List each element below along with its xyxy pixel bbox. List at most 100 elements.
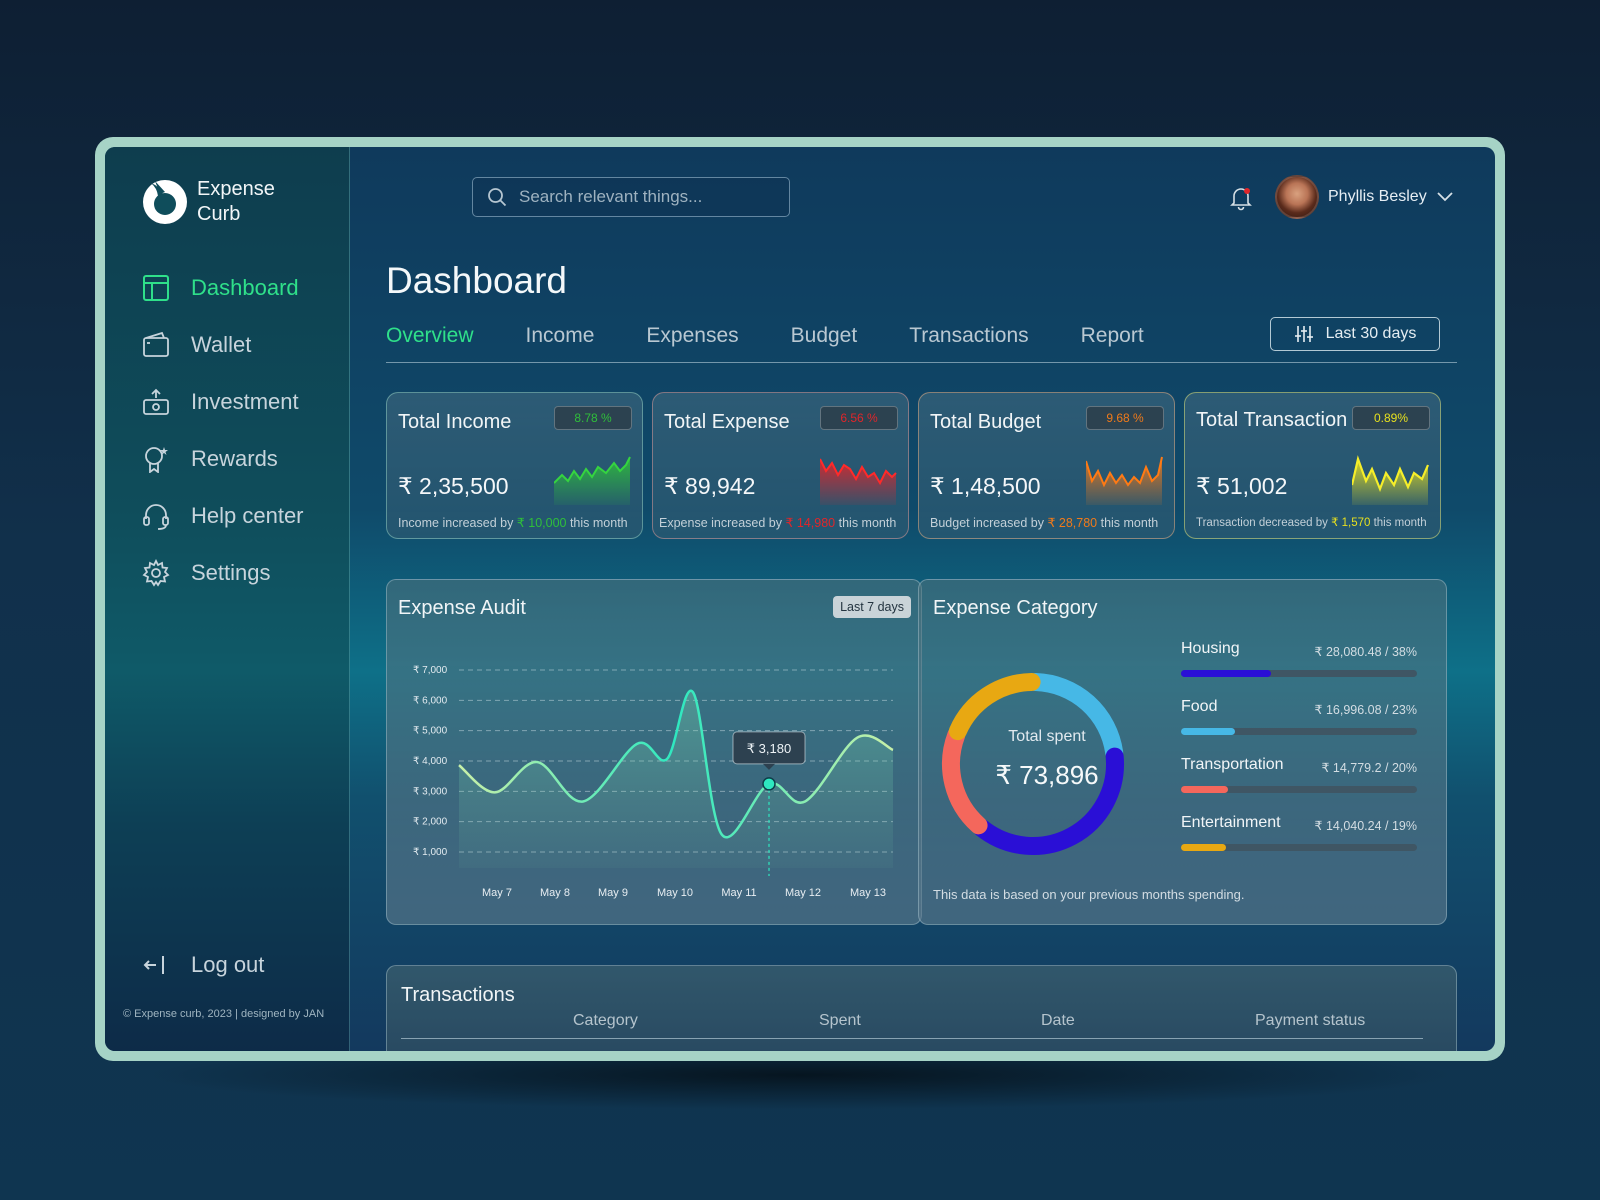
search-bar[interactable]: [472, 177, 790, 217]
app-window: Expense Curb Dashboard Wallet Investment…: [105, 147, 1495, 1051]
y-tick-label: ₹ 6,000: [413, 695, 448, 706]
y-tick-label: ₹ 1,000: [413, 847, 448, 858]
category-transportation[interactable]: Transportation ₹ 14,779.2 / 20%: [1181, 756, 1417, 793]
y-tick-label: ₹ 7,000: [413, 665, 448, 676]
card-value: ₹ 89,942: [664, 473, 756, 499]
column-header-spent[interactable]: Spent: [819, 1012, 861, 1030]
sidebar-item-label: Settings: [191, 560, 271, 585]
badge-text: 0.89%: [1373, 411, 1409, 425]
sidebar-item-label: Dashboard: [191, 275, 299, 300]
search-input[interactable]: [519, 187, 769, 207]
x-tick-label: May 7: [482, 887, 512, 899]
tab-transactions[interactable]: Transactions: [909, 324, 1028, 348]
total-expense-card[interactable]: Total Expense 6.56 % ₹ 89,942 Expense in…: [652, 392, 909, 539]
y-tick-label: ₹ 3,000: [413, 786, 448, 797]
x-tick-label: May 11: [721, 887, 756, 899]
y-tick-label: ₹ 4,000: [413, 756, 448, 767]
investment-icon: [141, 387, 171, 417]
sidebar-nav: Dashboard Wallet Investment Rewards Help…: [141, 273, 304, 615]
category-value: ₹ 14,779.2 / 20%: [1321, 761, 1417, 775]
expense-audit-chart: ₹ 7,000 ₹ 6,000 ₹ 5,000 ₹ 4,000 ₹ 3,000 ₹ 2,0…: [413, 665, 894, 899]
x-tick-label: May 9: [598, 887, 628, 899]
x-tick-label: May 8: [540, 887, 570, 899]
notification-bell-icon[interactable]: [1228, 185, 1254, 211]
percent-badge: 8.78 %: [554, 406, 632, 430]
tab-expenses[interactable]: Expenses: [646, 324, 738, 348]
brand-name: Expense Curb: [197, 177, 287, 227]
sidebar-item-dashboard[interactable]: Dashboard: [141, 273, 304, 303]
total-transaction-card[interactable]: Total Transaction 0.89% ₹ 51,002 Transac…: [1184, 392, 1441, 539]
card-title: Total Transaction: [1196, 409, 1348, 431]
user-menu[interactable]: Phyllis Besley: [1275, 175, 1453, 219]
x-tick-label: May 12: [785, 887, 821, 899]
category-progress-fill: [1181, 786, 1229, 793]
brand[interactable]: Expense Curb: [141, 177, 287, 227]
x-tick-label: May 10: [657, 887, 693, 899]
tabs-divider: [386, 362, 1457, 363]
sidebar-item-investment[interactable]: Investment: [141, 387, 304, 417]
last-7-days-button[interactable]: Last 7 days: [833, 596, 911, 618]
chevron-down-icon: [1437, 192, 1453, 202]
category-progress-fill: [1181, 670, 1271, 677]
tab-report[interactable]: Report: [1081, 324, 1144, 348]
category-value: ₹ 16,996.08 / 23%: [1314, 703, 1417, 717]
card-title: Total Expense: [664, 411, 790, 433]
total-spent-label: Total spent: [1008, 728, 1086, 745]
card-value: ₹ 1,48,500: [930, 473, 1041, 499]
y-tick-label: ₹ 5,000: [413, 726, 448, 737]
sidebar-item-label: Investment: [191, 389, 299, 414]
sidebar-item-rewards[interactable]: Rewards: [141, 444, 304, 474]
tab-bar: Overview Income Expenses Budget Transact…: [386, 324, 1196, 348]
avatar: [1275, 175, 1319, 219]
sidebar-item-label: Rewards: [191, 446, 278, 471]
note-amount: ₹ 28,780: [1047, 516, 1098, 530]
sidebar-item-help-center[interactable]: Help center: [141, 501, 304, 531]
note-text: Income increased by: [398, 516, 517, 530]
sidebar-item-wallet[interactable]: Wallet: [141, 330, 304, 360]
sidebar-item-settings[interactable]: Settings: [141, 558, 304, 588]
percent-badge: 9.68 %: [1086, 406, 1164, 430]
y-tick-label: ₹ 2,000: [413, 817, 448, 828]
category-food[interactable]: Food ₹ 16,996.08 / 23%: [1181, 698, 1417, 735]
brand-logo-icon: [143, 180, 187, 224]
user-name: Phyllis Besley: [1328, 188, 1427, 205]
column-header-category[interactable]: Category: [573, 1012, 638, 1030]
sidebar-item-label: Wallet: [191, 332, 252, 357]
sidebar-item-label: Help center: [191, 503, 304, 528]
tooltip-value: ₹ 3,180: [747, 741, 791, 756]
total-income-card[interactable]: Total Income 8.78 % ₹ 2,35,500 Income in…: [386, 392, 643, 539]
expense-audit-panel: Expense Audit Last 7 days ₹ 7,000 ₹ 6,000…: [386, 579, 922, 925]
brand-name-line2: Curb: [197, 203, 241, 225]
donut-segment-entertainment[interactable]: [948, 673, 1041, 741]
note-suffix: this month: [566, 516, 628, 530]
column-header-payment-status[interactable]: Payment status: [1255, 1012, 1365, 1030]
date-range-button[interactable]: Last 30 days: [1270, 317, 1440, 351]
category-entertainment[interactable]: Entertainment ₹ 14,040.24 / 19%: [1181, 814, 1417, 851]
card-value: ₹ 2,35,500: [398, 473, 509, 499]
tab-overview[interactable]: Overview: [386, 324, 474, 348]
brand-name-line1: Expense: [197, 178, 275, 200]
budget-sparkline: [1086, 456, 1163, 505]
note-suffix: this month: [1097, 516, 1159, 530]
note-text: Transaction decreased by: [1196, 517, 1332, 529]
category-housing[interactable]: Housing ₹ 28,080.48 / 38%: [1181, 640, 1417, 677]
panel-title: Transactions: [401, 984, 515, 1006]
logout-button[interactable]: Log out: [141, 952, 264, 978]
device-frame: Expense Curb Dashboard Wallet Investment…: [95, 137, 1505, 1061]
percent-badge: 0.89%: [1352, 406, 1430, 430]
card-note: Transaction decreased by ₹ 1,570 this mo…: [1196, 515, 1427, 529]
tooltip-arrow: [763, 763, 775, 770]
tab-budget[interactable]: Budget: [791, 324, 858, 348]
card-note: Income increased by ₹ 10,000 this month: [398, 515, 628, 530]
total-budget-card[interactable]: Total Budget 9.68 % ₹ 1,48,500 Budget in…: [918, 392, 1175, 539]
highlight-point[interactable]: [762, 777, 776, 791]
area-fill: [459, 690, 893, 868]
category-progress-track: [1181, 844, 1417, 851]
wallet-icon: [141, 330, 171, 360]
column-header-date[interactable]: Date: [1041, 1012, 1075, 1030]
panel-title: Expense Audit: [398, 597, 526, 619]
badge-text: 8.78 %: [574, 411, 612, 425]
category-progress-fill: [1181, 844, 1226, 851]
panel-title: Expense Category: [933, 597, 1098, 619]
tab-income[interactable]: Income: [526, 324, 595, 348]
